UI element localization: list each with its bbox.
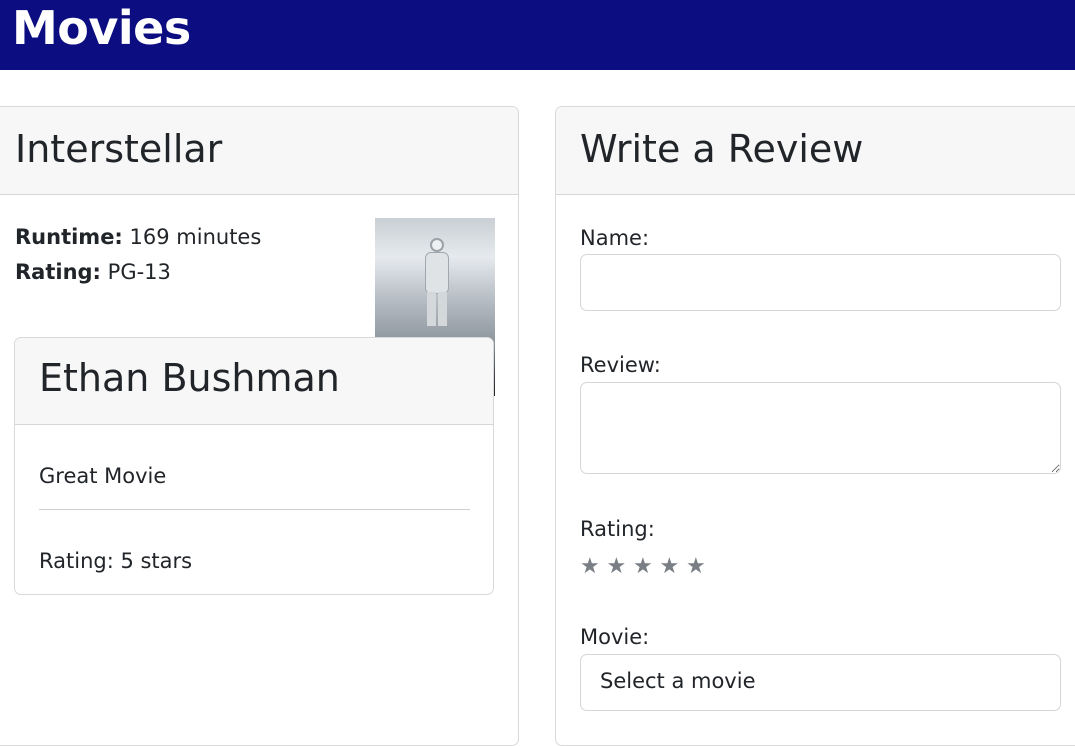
review-label: Review:: [580, 353, 661, 377]
movie-label: Movie:: [580, 625, 650, 649]
name-input[interactable]: [580, 254, 1061, 311]
runtime-info: Runtime: 169 minutes: [15, 225, 261, 249]
review-form-title: Write a Review: [580, 127, 864, 171]
review-textarea[interactable]: [580, 382, 1061, 474]
rating-info: Rating: PG-13: [15, 260, 171, 284]
star-icon-2[interactable]: ★: [607, 554, 634, 579]
movie-card-header: Interstellar: [0, 107, 518, 195]
astronaut-legs: [427, 292, 447, 326]
review-author: Ethan Bushman: [39, 356, 340, 400]
review-form-header: Write a Review: [556, 107, 1075, 195]
review-rating: Rating: 5 stars: [39, 549, 193, 573]
movie-select-value: Select a movie: [600, 669, 756, 693]
star-icon-3[interactable]: ★: [633, 554, 660, 579]
brand-title[interactable]: Movies: [12, 0, 191, 56]
star-icon-1[interactable]: ★: [580, 554, 607, 579]
rating-value: PG-13: [107, 260, 171, 284]
review-card-header: Ethan Bushman: [15, 338, 493, 425]
rating-label: Rating:: [15, 260, 101, 284]
rating-label-form: Rating:: [580, 517, 655, 541]
astronaut-body: [425, 252, 449, 294]
astronaut-helmet: [430, 238, 444, 252]
star-icon-5[interactable]: ★: [686, 554, 713, 579]
star-icon-4[interactable]: ★: [660, 554, 687, 579]
review-divider: [39, 509, 470, 510]
movie-select[interactable]: Select a movie: [580, 654, 1061, 711]
review-text: Great Movie: [39, 464, 167, 488]
runtime-label: Runtime:: [15, 225, 123, 249]
movie-title: Interstellar: [15, 127, 223, 171]
navbar: Movies: [0, 0, 1075, 70]
runtime-value: 169 minutes: [129, 225, 262, 249]
star-rating: ★ ★ ★ ★ ★: [580, 554, 713, 579]
review-card: Ethan Bushman Great Movie Rating: 5 star…: [14, 337, 494, 595]
review-form-card: Write a Review Name: Review: Rating: ★ ★ ★…: [555, 106, 1075, 746]
name-label: Name:: [580, 226, 650, 250]
